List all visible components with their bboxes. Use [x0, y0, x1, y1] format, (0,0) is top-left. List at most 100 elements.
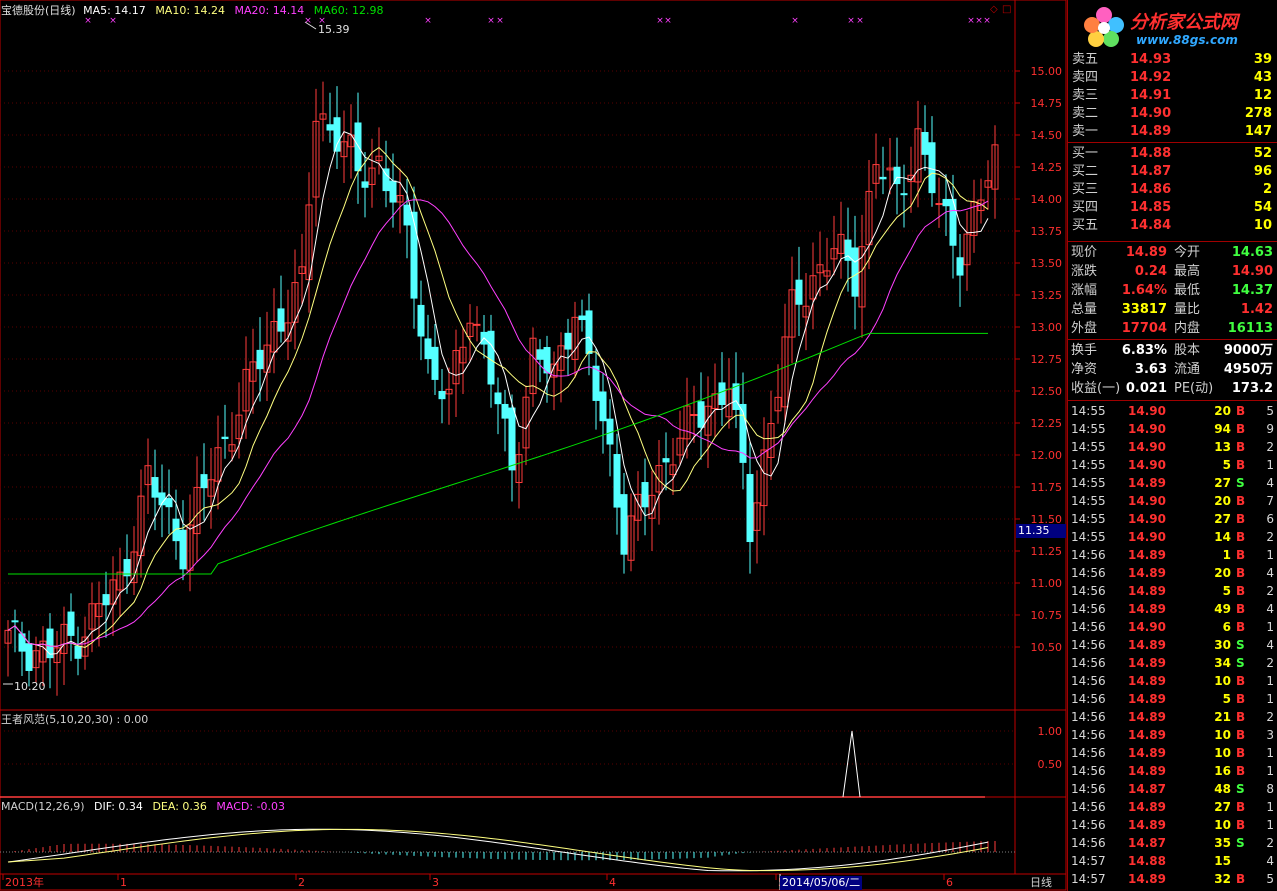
- stat-label: 收益(一): [1071, 381, 1121, 396]
- macd-header: MACD(12,26,9) DIF: 0.34 DEA: 0.36 MACD: …: [1, 800, 285, 813]
- trade-row: 14:55 14.90 14 B 2: [1068, 528, 1277, 546]
- trade-volume: 10: [1214, 728, 1231, 742]
- candle-body: [424, 338, 432, 360]
- trade-flag: B: [1236, 566, 1246, 580]
- orderbook-price: 14.85: [1130, 200, 1172, 215]
- trade-price: 14.89: [1128, 872, 1166, 886]
- trade-time: 14:56: [1071, 818, 1106, 832]
- candle-body: [795, 279, 803, 305]
- candle-body: [536, 349, 544, 360]
- stat-row: 收益(一) 0.021 PE(动) 173.2: [1068, 379, 1277, 398]
- trade-volume: 10: [1214, 818, 1231, 832]
- trade-flag: B: [1236, 440, 1246, 454]
- trade-flag: S: [1236, 782, 1245, 796]
- trade-count: 2: [1266, 656, 1274, 670]
- trade-row: 14:56 14.89 49 B 4: [1068, 600, 1277, 618]
- separator: [1068, 142, 1277, 143]
- candle-body: [900, 193, 908, 196]
- trade-volume: 5: [1222, 584, 1231, 598]
- macd-title: MACD(12,26,9): [1, 800, 85, 813]
- price-tick-label: 13.75: [1031, 225, 1063, 238]
- candle-body: [354, 122, 362, 172]
- small-square-icon[interactable]: □: [1002, 3, 1011, 16]
- price-tick-label: 15.00: [1031, 65, 1063, 78]
- candle-body: [578, 315, 586, 321]
- orderbook-level-label: 买五: [1072, 218, 1099, 233]
- orderbook-row: 买五 14.84 10: [1070, 217, 1276, 235]
- trade-count: 5: [1266, 872, 1274, 886]
- trade-time: 14:55: [1071, 422, 1106, 436]
- stat-value: 0.24: [1134, 264, 1167, 279]
- signal-marker: ×: [656, 16, 664, 26]
- signal-marker: ×: [664, 16, 672, 26]
- orderbook-price: 14.84: [1130, 218, 1172, 233]
- kline-chart-svg[interactable]: 15.00 14.75 14.50 14.25 14.00 13.75 13.50 13.25…: [0, 0, 1067, 891]
- signal-marker: ×: [975, 16, 983, 26]
- stat-value: 1.64%: [1121, 283, 1167, 298]
- trade-count: 5: [1266, 404, 1274, 418]
- stat-label: 量比: [1174, 302, 1201, 317]
- orderbook-level-label: 买二: [1072, 164, 1099, 179]
- trade-time: 14:56: [1071, 602, 1106, 616]
- trade-price: 14.90: [1128, 440, 1166, 454]
- trade-time: 14:55: [1071, 404, 1106, 418]
- candle-body: [494, 392, 502, 405]
- candle-body: [410, 211, 418, 299]
- orderbook-volume: 54: [1253, 200, 1272, 215]
- trade-volume: 27: [1214, 800, 1231, 814]
- stat-value: 14.90: [1231, 264, 1273, 279]
- candle-body: [417, 304, 425, 337]
- stat-value: 0.021: [1125, 381, 1167, 396]
- signal-marker: ×: [967, 16, 975, 26]
- stat-row: 换手 6.83% 股本 9000万: [1068, 341, 1277, 360]
- separator: [1068, 241, 1277, 242]
- trade-price: 14.90: [1128, 422, 1166, 436]
- stat-value: 33817: [1121, 302, 1167, 317]
- trade-row: 14:55 14.90 13 B 2: [1068, 438, 1277, 456]
- trade-price: 14.89: [1128, 566, 1166, 580]
- trade-flag: B: [1236, 710, 1246, 724]
- indicator-title: 王者风范(5,10,20,30) : 0.00: [1, 713, 149, 726]
- candle-body: [11, 620, 19, 623]
- period-label[interactable]: 日线: [1030, 876, 1052, 889]
- signal-marker: ×: [856, 16, 864, 26]
- candle-body: [46, 628, 54, 659]
- orderbook-row: 卖一 14.89 147: [1070, 123, 1276, 141]
- candle-body: [67, 611, 75, 636]
- candle-body: [921, 132, 929, 155]
- trade-row: 14:55 14.89 27 S 4: [1068, 474, 1277, 492]
- stat-label: 涨幅: [1071, 283, 1098, 298]
- trade-volume: 14: [1214, 530, 1231, 544]
- trade-price: 14.89: [1128, 728, 1166, 742]
- orderbook-row: 买一 14.88 52: [1070, 145, 1276, 163]
- candle-body: [935, 203, 943, 206]
- trade-count: 1: [1266, 620, 1274, 634]
- stat-value: 4950万: [1223, 362, 1273, 377]
- trade-row: 14:56 14.89 10 B 1: [1068, 672, 1277, 690]
- trade-count: 1: [1266, 800, 1274, 814]
- diamond-icon[interactable]: ◇: [990, 3, 998, 16]
- trade-price: 14.90: [1128, 458, 1166, 472]
- trade-time: 14:57: [1071, 872, 1106, 886]
- orderbook-row: 买二 14.87 96: [1070, 163, 1276, 181]
- trade-row: 14:56 14.89 34 S 2: [1068, 654, 1277, 672]
- trade-row: 14:56 14.89 30 S 4: [1068, 636, 1277, 654]
- candle-body: [613, 454, 621, 508]
- candle-body: [382, 168, 390, 192]
- trade-time: 14:56: [1071, 584, 1106, 598]
- candle-body: [403, 204, 411, 226]
- trade-price: 14.88: [1128, 854, 1166, 868]
- candle-body: [718, 382, 726, 406]
- price-tick-label: 13.00: [1031, 321, 1063, 334]
- trade-row: 14:56 14.87 48 S 8: [1068, 780, 1277, 798]
- stat-label: 外盘: [1071, 321, 1098, 336]
- trade-flag: B: [1236, 584, 1246, 598]
- trade-volume: 27: [1214, 476, 1231, 490]
- candle-body: [361, 181, 369, 188]
- price-tick-label: 10.75: [1031, 609, 1063, 622]
- trade-price: 14.90: [1128, 530, 1166, 544]
- orderbook-volume: 39: [1253, 52, 1272, 67]
- kline-chart-area[interactable]: 15.00 14.75 14.50 14.25 14.00 13.75 13.50 13.25…: [0, 0, 1067, 891]
- trade-flag: B: [1236, 746, 1246, 760]
- trade-row: 14:55 14.90 20 B 5: [1068, 402, 1277, 420]
